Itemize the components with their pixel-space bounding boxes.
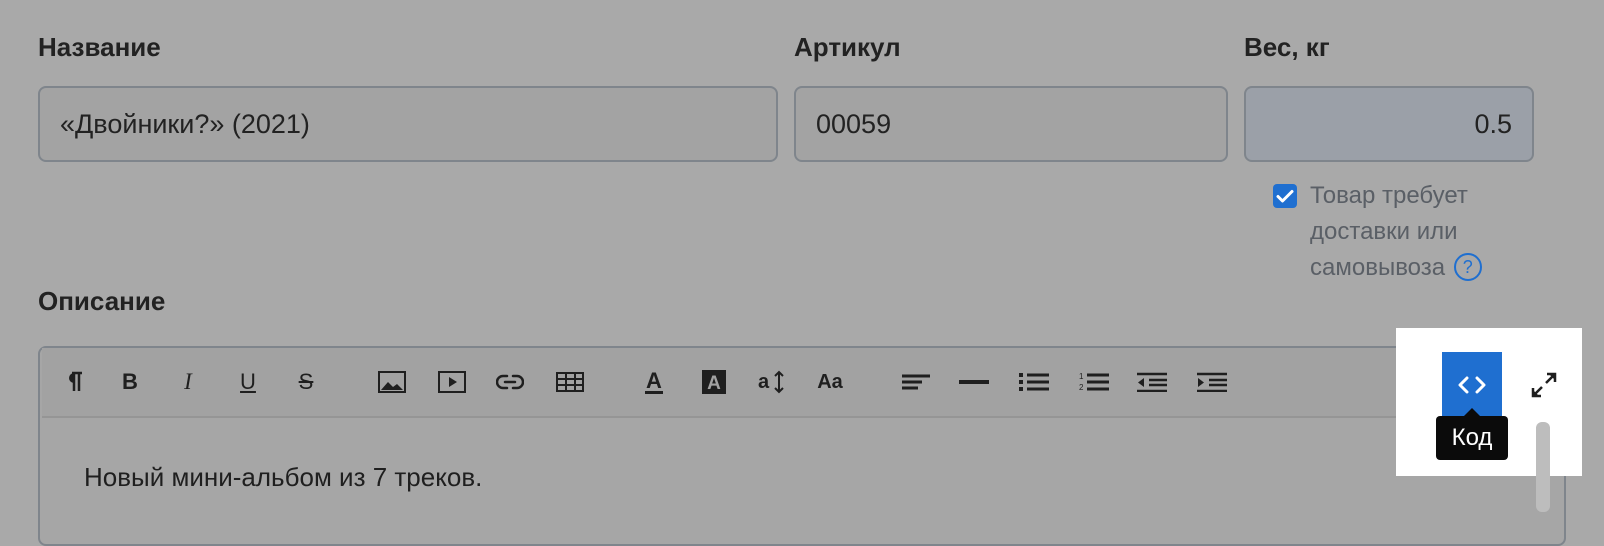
align-left-icon [902, 374, 930, 390]
bold-icon: B [122, 369, 138, 394]
svg-text:A: A [646, 369, 662, 393]
expand-icon [1531, 372, 1557, 398]
horizontal-rule-button[interactable] [954, 348, 994, 416]
description-label: Описание [38, 286, 166, 316]
weight-value: 0.5 [1474, 108, 1512, 139]
editor-toolbar: B I U S A A a Aa 1 2 [42, 348, 1564, 418]
sku-input[interactable]: 00059 [794, 86, 1228, 162]
sku-value: 00059 [816, 108, 892, 139]
link-button[interactable] [490, 348, 530, 416]
table-icon [556, 372, 584, 392]
shipping-label-text: Товар требует доставки или самовывоза [1310, 182, 1468, 281]
bold-button[interactable]: B [110, 348, 150, 416]
italic-button[interactable]: I [168, 348, 208, 416]
video-icon [438, 371, 466, 393]
strikethrough-button[interactable]: S [286, 348, 326, 416]
name-value: «Двойники?» (2021) [60, 108, 310, 139]
weight-label: Вес, кг [1244, 32, 1330, 62]
link-icon [496, 374, 524, 390]
font-family-icon: Aa [817, 370, 843, 393]
svg-text:2: 2 [1079, 383, 1084, 392]
check-icon [1276, 190, 1294, 203]
question-circle-icon[interactable]: ? [1453, 253, 1482, 281]
background-color-icon: A [702, 370, 726, 394]
code-tooltip: Код [1436, 408, 1508, 460]
shipping-checkbox[interactable] [1273, 184, 1297, 208]
indent-icon [1197, 372, 1227, 392]
shipping-checkbox-label: Товар требует доставки или самовывоза ? [1310, 178, 1550, 286]
svg-text:A: A [707, 373, 721, 394]
table-button[interactable] [550, 348, 590, 416]
strikethrough-icon: S [298, 369, 314, 394]
code-icon [1458, 376, 1486, 394]
font-size-icon: a [758, 370, 784, 394]
video-button[interactable] [432, 348, 472, 416]
font-color-icon: A [645, 369, 663, 394]
outdent-button[interactable] [1132, 348, 1172, 416]
horizontal-rule-icon [959, 380, 989, 384]
outdent-icon [1137, 372, 1167, 392]
background-color-button[interactable]: A [694, 348, 734, 416]
underline-icon: U [240, 369, 256, 394]
bullet-list-icon [1019, 373, 1049, 391]
italic-icon: I [184, 369, 192, 394]
fullscreen-button[interactable] [1514, 352, 1574, 418]
svg-text:1: 1 [1079, 372, 1084, 381]
image-icon [378, 371, 406, 393]
sku-label: Артикул [794, 32, 901, 62]
indent-button[interactable] [1192, 348, 1232, 416]
bullet-list-button[interactable] [1014, 348, 1054, 416]
font-color-button[interactable]: A [634, 348, 674, 416]
editor-content[interactable]: Новый мини-альбом из 7 треков. [84, 462, 482, 493]
numbered-list-button[interactable]: 1 2 [1074, 348, 1114, 416]
paragraph-button[interactable] [54, 348, 94, 416]
editor-scrollbar[interactable] [1536, 422, 1550, 512]
underline-button[interactable]: U [228, 348, 268, 416]
align-button[interactable] [896, 348, 936, 416]
name-input[interactable]: «Двойники?» (2021) [38, 86, 778, 162]
svg-text:a: a [758, 371, 770, 393]
weight-input[interactable]: 0.5 [1244, 86, 1534, 162]
font-family-button[interactable]: Aa [810, 348, 850, 416]
numbered-list-icon: 1 2 [1079, 372, 1109, 392]
font-size-button[interactable]: a [752, 348, 792, 416]
paragraph-icon [69, 371, 82, 391]
name-label: Название [38, 32, 161, 62]
image-button[interactable] [372, 348, 412, 416]
